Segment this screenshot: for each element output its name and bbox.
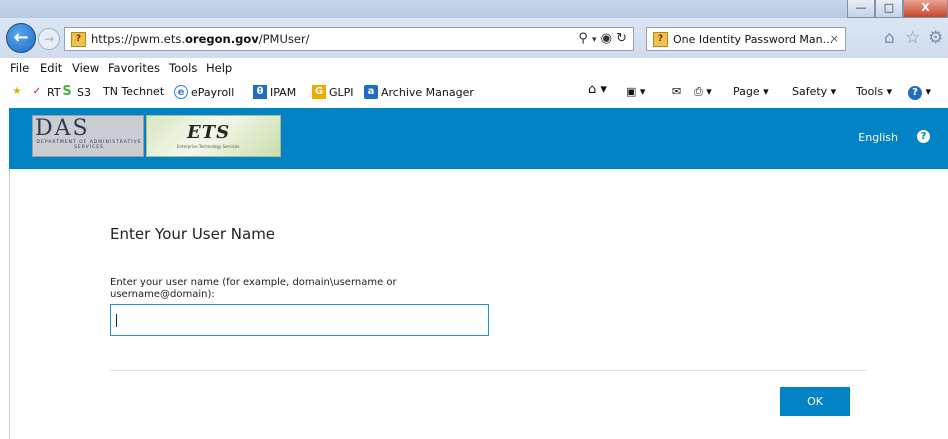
tab-password-manager[interactable]: ? One Identity Password Man... ×: [646, 27, 846, 51]
ok-button[interactable]: OK: [780, 387, 850, 416]
menu-bar: File Edit View Favorites Tools Help: [0, 58, 948, 78]
back-button[interactable]: ←: [6, 23, 36, 53]
favorite-archive-manager[interactable]: a Archive Manager: [364, 85, 474, 99]
refresh-icon[interactable]: ↻: [616, 31, 627, 46]
feeds-icon[interactable]: ▣ ▾: [626, 85, 645, 98]
address-bar[interactable]: ? https://pwm.ets.oregon.gov/PMUser/ ⚲ ▾…: [64, 27, 634, 51]
lock-icon[interactable]: ◉: [601, 31, 612, 46]
check-icon: ✓: [32, 86, 42, 97]
safety-menu[interactable]: Safety ▾: [792, 85, 836, 98]
menu-view[interactable]: View: [72, 61, 99, 75]
favorite-rt[interactable]: ✓ RT: [30, 85, 61, 99]
dropdown-icon[interactable]: ▾: [592, 35, 597, 45]
divider: [110, 370, 867, 371]
search-icon[interactable]: ⚲: [578, 31, 588, 46]
tools-menu[interactable]: Tools ▾: [856, 85, 892, 98]
archive-icon: a: [364, 85, 378, 99]
menu-favorites[interactable]: Favorites: [108, 61, 160, 75]
favorites-star-icon[interactable]: ☆: [905, 28, 920, 48]
left-border: [9, 169, 10, 439]
favorite-tn-technet[interactable]: TN Technet: [103, 85, 164, 98]
address-controls: ⚲ ▾ ◉ ↻: [578, 31, 627, 46]
favorite-glpi[interactable]: G GLPI: [312, 85, 354, 99]
username-input[interactable]: [110, 304, 489, 336]
help-icon[interactable]: ?: [917, 130, 930, 143]
favorites-bar: ★ ✓ RT S S3 TN Technet e ePayroll θ IPAM…: [0, 78, 948, 106]
tab-title: One Identity Password Man...: [673, 33, 834, 46]
ipam-icon: θ: [253, 85, 267, 99]
tab-favicon-icon: ?: [653, 32, 668, 47]
navigation-bar: ← → ? https://pwm.ets.oregon.gov/PMUser/…: [0, 18, 948, 58]
maximize-button[interactable]: □: [875, 0, 903, 18]
ie-icon: e: [174, 85, 188, 99]
help-command-icon[interactable]: ? ▾: [908, 85, 931, 100]
s3-icon: S: [62, 84, 72, 99]
menu-edit[interactable]: Edit: [40, 61, 62, 75]
page-menu[interactable]: Page ▾: [733, 85, 769, 98]
home-command-icon[interactable]: ⌂ ▾: [588, 82, 607, 97]
menu-tools[interactable]: Tools: [169, 61, 197, 75]
home-icon[interactable]: ⌂: [884, 28, 895, 48]
mail-icon[interactable]: ✉: [672, 85, 681, 98]
das-logo[interactable]: DAS DEPARTMENT OF ADMINISTRATIVE SERVICE…: [32, 115, 144, 157]
language-selector[interactable]: English: [858, 131, 898, 144]
site-header: DAS DEPARTMENT OF ADMINISTRATIVE SERVICE…: [9, 108, 948, 169]
text-caret: [116, 314, 117, 327]
forward-button[interactable]: →: [38, 28, 60, 50]
url-text: https://pwm.ets.oregon.gov/PMUser/: [91, 32, 310, 46]
minimize-button[interactable]: —: [847, 0, 875, 18]
favorite-s3[interactable]: S S3: [60, 85, 91, 99]
window-title-bar: — □ X: [0, 0, 948, 18]
window-controls: — □ X: [847, 0, 948, 18]
favorite-epayroll[interactable]: e ePayroll: [174, 85, 234, 99]
close-window-button[interactable]: X: [903, 0, 948, 18]
site-favicon-icon: ?: [71, 32, 86, 47]
tn-technet-label: TN Technet: [103, 85, 165, 98]
settings-gear-icon[interactable]: ⚙: [928, 28, 943, 48]
menu-file[interactable]: File: [10, 61, 29, 75]
print-icon[interactable]: ⎙ ▾: [694, 85, 712, 99]
ets-logo[interactable]: ETS Enterprise Technology Services: [146, 115, 281, 157]
close-tab-button[interactable]: ×: [830, 32, 839, 45]
favorite-ipam[interactable]: θ IPAM: [253, 85, 296, 99]
username-label: Enter your user name (for example, domai…: [110, 277, 397, 300]
add-favorites-star-icon[interactable]: ★: [10, 85, 24, 99]
menu-help[interactable]: Help: [206, 61, 232, 75]
page-title: Enter Your User Name: [110, 225, 276, 243]
glpi-icon: G: [312, 85, 326, 99]
